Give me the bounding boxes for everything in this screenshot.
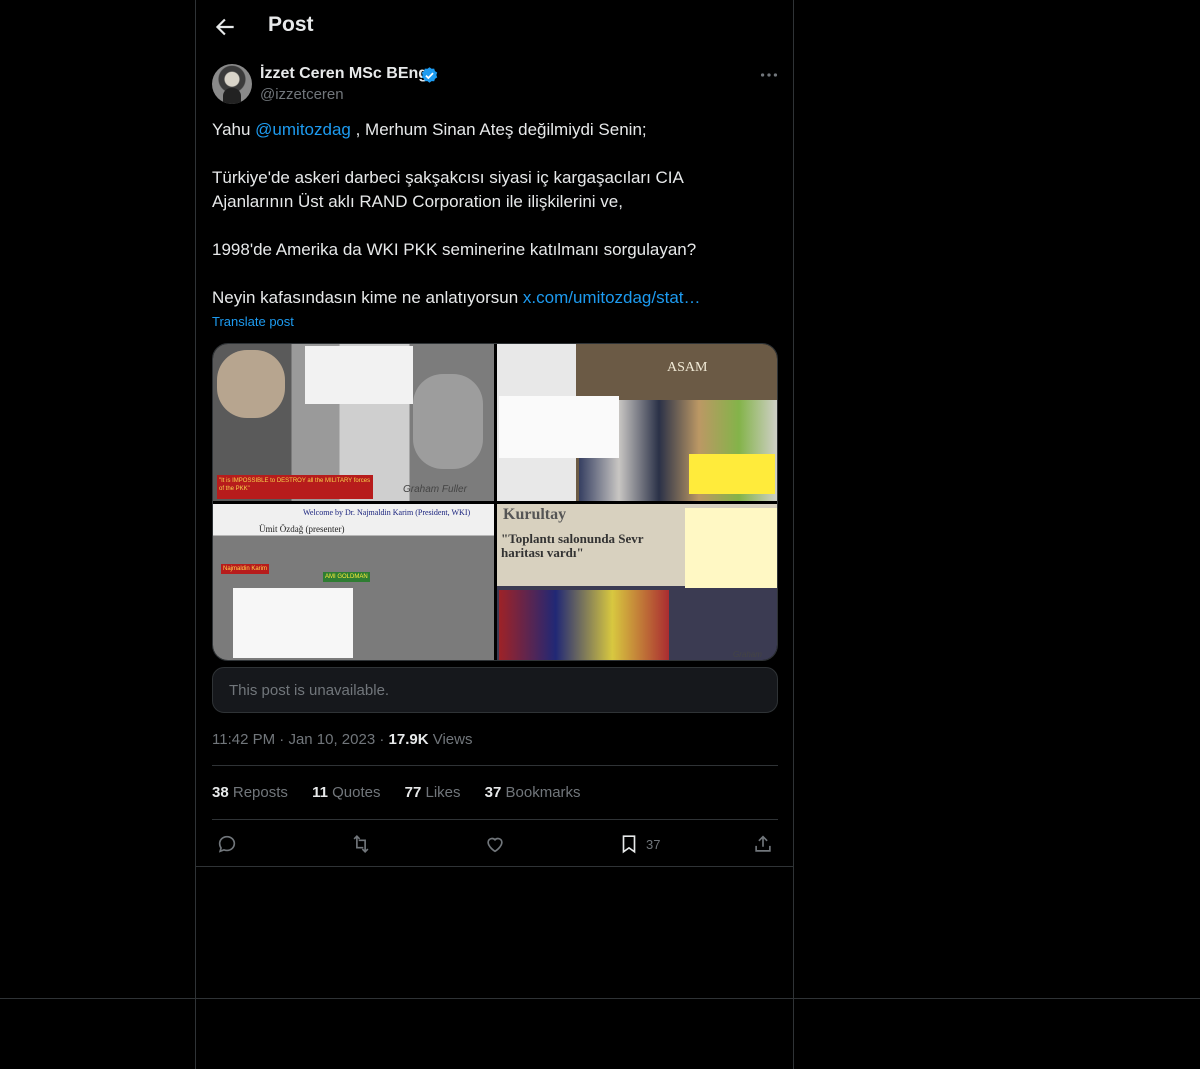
image-3-tweet-card [233, 588, 353, 658]
bookmarks-count: 37 [484, 784, 502, 801]
meta-separator: · [375, 731, 389, 748]
media-image-4[interactable]: Kurultay "Toplantı salonunda Sevr harita… [497, 504, 777, 660]
image-4-document [685, 508, 777, 588]
repost-button[interactable] [350, 833, 372, 857]
quoted-post-unavailable: This post is unavailable. [212, 667, 778, 713]
media-grid: "It is IMPOSSIBLE to DESTROY all the MIL… [212, 343, 778, 661]
page-title: Post [268, 13, 314, 36]
reply-button[interactable] [216, 833, 238, 857]
image-3-label: Najmaldin Karim [221, 564, 270, 574]
image-3-caption: Welcome by Dr. Najmaldin Karim (Presiden… [303, 508, 471, 517]
author-name[interactable]: İzzet Ceren MSc BEng [260, 65, 428, 83]
image-1-caption: "It is IMPOSSIBLE to DESTROY all the MIL… [217, 475, 373, 499]
tweet-paragraph-2: Türkiye'de askeri darbeci şakşakcısı siy… [212, 166, 778, 214]
main-column: Post İzzet Ceren MSc BEng @izzetceren Ya… [195, 0, 794, 1069]
tweet-text-segment: Yahu [212, 120, 256, 139]
quotes-label: Quotes [327, 784, 381, 801]
bookmark-button[interactable]: 37 [618, 833, 660, 857]
media-image-3[interactable]: Welcome by Dr. Najmaldin Karim (Presiden… [213, 504, 494, 660]
page-header: Post [196, 0, 793, 54]
reposts-count: 38 [212, 784, 229, 801]
image-1-face-left [217, 350, 285, 418]
post-date[interactable]: Jan 10, 2023 [288, 731, 375, 748]
repost-icon [353, 835, 369, 853]
reposts-stat[interactable]: 38 Reposts [212, 784, 288, 801]
bookmark-count: 37 [646, 837, 661, 852]
tweet-paragraph-3: 1998'de Amerika da WKI PKK seminerine ka… [212, 240, 697, 259]
image-2-yellow-note [689, 454, 775, 494]
image-4-headline: "Toplantı salonunda Sevr haritası vardı" [501, 531, 644, 560]
reply-icon [218, 835, 236, 853]
tweet-text-segment: Türkiye'de askeri darbeci şakşakcısı siy… [212, 168, 684, 187]
image-3-presenter: Ümit Özdağ (presenter) [259, 524, 345, 534]
quotes-count: 11 [312, 784, 328, 801]
mention-link[interactable]: @umitozdag [255, 120, 351, 139]
views-count: 17.9K [388, 731, 429, 748]
media-image-2[interactable]: ASAM [497, 344, 777, 501]
media-image-1[interactable]: "It is IMPOSSIBLE to DESTROY all the MIL… [213, 344, 494, 501]
image-2-tweet-card [499, 396, 619, 458]
tweet-text-segment: , Merhum Sinan Ateş değilmiydi Senin; [350, 120, 647, 139]
verified-badge-icon [421, 67, 438, 83]
like-button[interactable] [484, 833, 506, 857]
divider [212, 819, 778, 820]
heart-icon [487, 837, 503, 853]
tweet-paragraph-1: Yahu @umitozdag , Merhum Sinan Ateş deği… [212, 118, 778, 142]
unavailable-text: This post is unavailable. [229, 682, 390, 699]
image-4-signature: Graham Fuller [733, 650, 762, 660]
likes-label: Likes [421, 784, 461, 801]
tweet-text-segment: Ajanlarının Üst aklı RAND Corporation il… [212, 192, 623, 211]
bookmarks-stat[interactable]: 37 Bookmarks [485, 784, 581, 801]
likes-count: 77 [404, 784, 422, 801]
image-2-sign: ASAM [667, 360, 708, 375]
quotes-stat[interactable]: 11 Quotes [312, 784, 380, 801]
tweet-paragraph-4: Neyin kafasındasın kime ne anlatıyorsun … [212, 286, 778, 310]
image-1-face-right [413, 374, 483, 469]
section-divider [196, 866, 793, 867]
author-handle[interactable]: @izzetceren [260, 86, 344, 103]
image-4-collage [499, 590, 669, 660]
post-time[interactable]: 11:42 PM [212, 731, 275, 748]
reposts-label: Reposts [228, 784, 288, 801]
bookmarks-label: Bookmarks [501, 784, 581, 801]
translate-post-link[interactable]: Translate post [212, 314, 294, 329]
quoted-url-link[interactable]: x.com/umitozdag/stat… [523, 288, 701, 307]
image-3-label2: AMI GOLDMAN [323, 572, 370, 582]
image-1-signature: Graham Fuller [403, 484, 467, 495]
back-arrow-icon[interactable] [212, 14, 238, 40]
more-options-icon[interactable] [758, 64, 780, 86]
views-label: Views [428, 731, 473, 748]
divider [212, 765, 778, 766]
engagement-stats: 38 Reposts 11 Quotes 77 Likes 37 Bookmar… [212, 784, 601, 801]
likes-stat[interactable]: 77 Likes [405, 784, 461, 801]
image-1-tweet-card [305, 346, 413, 404]
share-icon [755, 835, 771, 852]
post-metadata: 11:42 PM · Jan 10, 2023 · 17.9K Views [212, 731, 472, 748]
avatar[interactable] [212, 64, 252, 104]
tweet-text: Yahu @umitozdag , Merhum Sinan Ateş deği… [212, 118, 778, 334]
bookmark-icon [622, 835, 636, 854]
tweet-text-segment: Neyin kafasındasın kime ne anlatıyorsun [212, 288, 523, 307]
meta-separator: · [275, 731, 289, 748]
share-button[interactable] [752, 833, 774, 857]
image-4-header: Kurultay [503, 506, 567, 523]
